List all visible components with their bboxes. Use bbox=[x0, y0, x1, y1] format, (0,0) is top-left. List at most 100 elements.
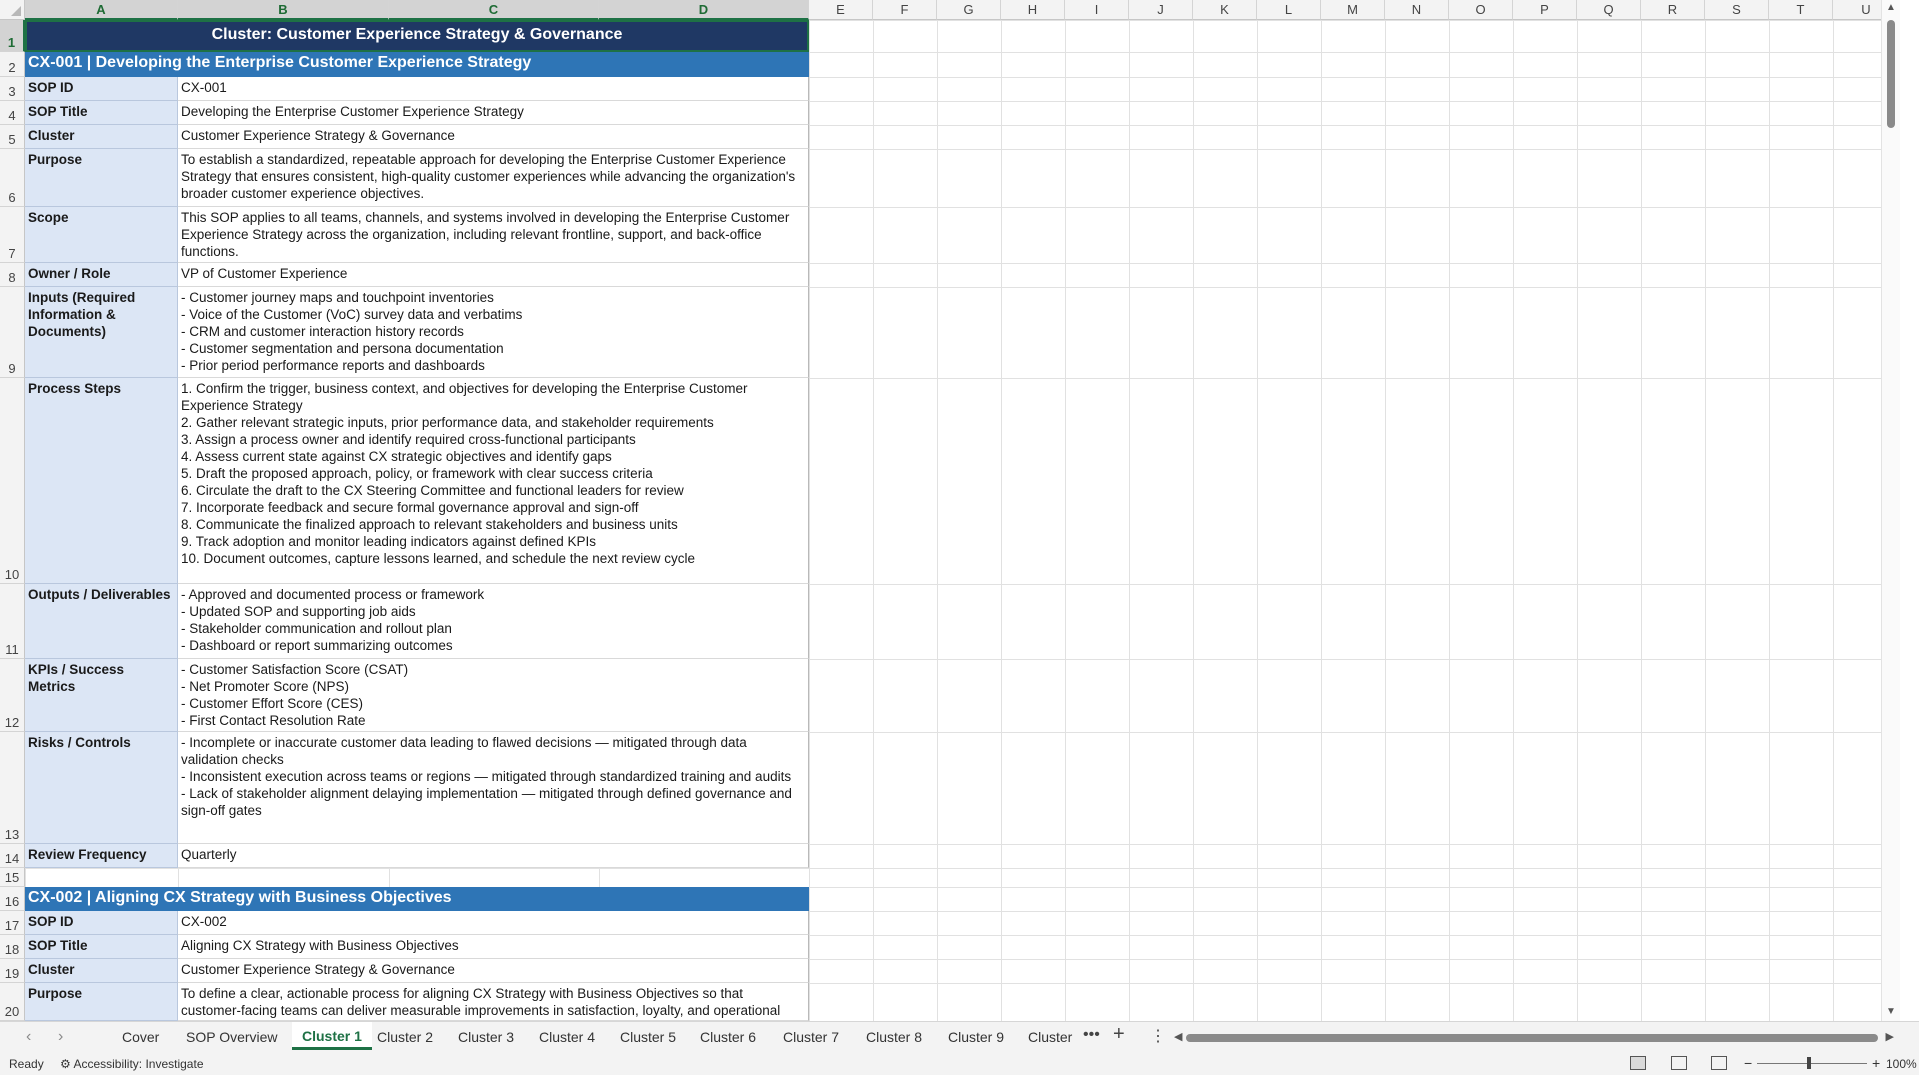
row-header-11[interactable]: 11 bbox=[0, 584, 25, 659]
scroll-down-icon[interactable]: ▼ bbox=[1886, 1006, 1896, 1017]
row-header-13[interactable]: 13 bbox=[0, 732, 25, 844]
sheet-tab-cluster-8[interactable]: Cluster 8 bbox=[856, 1022, 932, 1052]
row-header-2[interactable]: 2 bbox=[0, 52, 25, 77]
tab-options-icon[interactable]: ⋮ bbox=[1150, 1026, 1166, 1046]
field-value[interactable]: - Approved and documented process or fra… bbox=[178, 584, 809, 659]
column-header-h[interactable]: H bbox=[1001, 0, 1065, 20]
select-all-corner[interactable] bbox=[0, 0, 25, 20]
field-value[interactable]: - Customer Satisfaction Score (CSAT) - N… bbox=[178, 659, 809, 732]
column-header-n[interactable]: N bbox=[1385, 0, 1449, 20]
sheet-tab-cluster-6[interactable]: Cluster 6 bbox=[690, 1022, 766, 1052]
more-sheets-icon[interactable]: ••• bbox=[1083, 1026, 1100, 1044]
row-header-4[interactable]: 4 bbox=[0, 101, 25, 125]
row-header-16[interactable]: 16 bbox=[0, 887, 25, 911]
field-value[interactable]: This SOP applies to all teams, channels,… bbox=[178, 207, 809, 263]
sheet-tab-cluster-4[interactable]: Cluster 4 bbox=[529, 1022, 605, 1052]
field-label[interactable]: Cluster bbox=[25, 125, 178, 149]
field-label[interactable]: Cluster bbox=[25, 959, 178, 983]
horizontal-scroll-thumb[interactable] bbox=[1186, 1034, 1878, 1042]
row-header-9[interactable]: 9 bbox=[0, 287, 25, 378]
field-value[interactable]: 1. Confirm the trigger, business context… bbox=[178, 378, 809, 584]
column-header-t[interactable]: T bbox=[1769, 0, 1833, 20]
sheet-tab-cluster-9[interactable]: Cluster 9 bbox=[938, 1022, 1014, 1052]
row-header-17[interactable]: 17 bbox=[0, 911, 25, 935]
field-label[interactable]: Owner / Role bbox=[25, 263, 178, 287]
column-header-f[interactable]: F bbox=[873, 0, 937, 20]
scroll-up-icon[interactable]: ▲ bbox=[1886, 2, 1896, 13]
zoom-slider[interactable] bbox=[1757, 1057, 1867, 1069]
field-label[interactable]: Process Steps bbox=[25, 378, 178, 584]
scroll-right-icon[interactable]: ▶ bbox=[1886, 1030, 1894, 1043]
row-header-10[interactable]: 10 bbox=[0, 378, 25, 584]
field-label[interactable]: SOP ID bbox=[25, 77, 178, 101]
sheet-tab-cluster[interactable]: Cluster bbox=[1018, 1022, 1082, 1052]
sheet-tab-cover[interactable]: Cover bbox=[112, 1022, 169, 1052]
field-value[interactable]: Developing the Enterprise Customer Exper… bbox=[178, 101, 809, 125]
field-label[interactable]: Inputs (Required Information & Documents… bbox=[25, 287, 178, 378]
field-value[interactable]: CX-001 bbox=[178, 77, 809, 101]
field-label[interactable]: Scope bbox=[25, 207, 178, 263]
field-value[interactable]: - Incomplete or inaccurate customer data… bbox=[178, 732, 809, 844]
row-header-12[interactable]: 12 bbox=[0, 659, 25, 732]
row-header-18[interactable]: 18 bbox=[0, 935, 25, 959]
normal-view-icon[interactable] bbox=[1630, 1056, 1646, 1070]
field-value[interactable]: Customer Experience Strategy & Governanc… bbox=[178, 125, 809, 149]
zoom-in-icon[interactable]: + bbox=[1872, 1055, 1880, 1071]
column-header-l[interactable]: L bbox=[1257, 0, 1321, 20]
field-value[interactable]: Quarterly bbox=[178, 844, 809, 868]
sheet-tab-cluster-1[interactable]: Cluster 1 bbox=[292, 1022, 372, 1050]
sheet-tab-cluster-2[interactable]: Cluster 2 bbox=[367, 1022, 443, 1052]
column-header-k[interactable]: K bbox=[1193, 0, 1257, 20]
field-label[interactable]: Review Frequency bbox=[25, 844, 178, 868]
column-header-s[interactable]: S bbox=[1705, 0, 1769, 20]
row-header-20[interactable]: 20 bbox=[0, 983, 25, 1021]
column-header-o[interactable]: O bbox=[1449, 0, 1513, 20]
page-break-view-icon[interactable] bbox=[1711, 1056, 1727, 1070]
accessibility-status[interactable]: ⚙ Accessibility: Investigate bbox=[60, 1057, 204, 1071]
sheet-tab-sop-overview[interactable]: SOP Overview bbox=[176, 1022, 288, 1052]
column-header-i[interactable]: I bbox=[1065, 0, 1129, 20]
column-header-m[interactable]: M bbox=[1321, 0, 1385, 20]
row-header-3[interactable]: 3 bbox=[0, 77, 25, 101]
field-label[interactable]: SOP Title bbox=[25, 101, 178, 125]
column-header-b[interactable]: B bbox=[178, 0, 389, 20]
field-value[interactable]: To establish a standardized, repeatable … bbox=[178, 149, 809, 207]
column-header-p[interactable]: P bbox=[1513, 0, 1577, 20]
row-header-15[interactable]: 15 bbox=[0, 868, 25, 887]
horizontal-scrollbar[interactable]: ◀ ▶ bbox=[1174, 1030, 1894, 1043]
field-value[interactable]: To define a clear, actionable process fo… bbox=[178, 983, 809, 1021]
sop-header-cx-001[interactable]: CX-001 | Developing the Enterprise Custo… bbox=[25, 52, 809, 77]
tab-scroll-left-icon[interactable]: ‹ bbox=[26, 1028, 31, 1046]
sheet-tab-cluster-7[interactable]: Cluster 7 bbox=[773, 1022, 849, 1052]
field-label[interactable]: SOP Title bbox=[25, 935, 178, 959]
row-header-5[interactable]: 5 bbox=[0, 125, 25, 149]
page-layout-view-icon[interactable] bbox=[1671, 1056, 1687, 1070]
field-label[interactable]: Purpose bbox=[25, 983, 178, 1021]
field-label[interactable]: Outputs / Deliverables bbox=[25, 584, 178, 659]
vertical-scrollbar[interactable]: ▲ ▼ bbox=[1881, 0, 1900, 1021]
spreadsheet-grid[interactable]: ABCDEFGHIJKLMNOPQRSTU 1 2 3 4 5 6 7 8 9 10 11 12 13 1… bbox=[0, 0, 1900, 1021]
row-header-19[interactable]: 19 bbox=[0, 959, 25, 983]
row-header-7[interactable]: 7 bbox=[0, 207, 25, 263]
sheet-tab-cluster-5[interactable]: Cluster 5 bbox=[610, 1022, 686, 1052]
row-header-6[interactable]: 6 bbox=[0, 149, 25, 207]
sheet-tab-cluster-3[interactable]: Cluster 3 bbox=[448, 1022, 524, 1052]
row-header-1[interactable]: 1 bbox=[0, 20, 25, 52]
field-value[interactable]: CX-002 bbox=[178, 911, 809, 935]
field-label[interactable]: SOP ID bbox=[25, 911, 178, 935]
row-header-8[interactable]: 8 bbox=[0, 263, 25, 287]
cluster-title-cell[interactable]: Cluster: Customer Experience Strategy & … bbox=[25, 20, 809, 52]
tab-scroll-right-icon[interactable]: › bbox=[58, 1028, 63, 1046]
field-value[interactable]: - Customer journey maps and touchpoint i… bbox=[178, 287, 809, 378]
column-header-j[interactable]: J bbox=[1129, 0, 1193, 20]
vertical-scroll-thumb[interactable] bbox=[1887, 20, 1895, 128]
column-header-a[interactable]: A bbox=[25, 0, 178, 20]
field-value[interactable]: Customer Experience Strategy & Governanc… bbox=[178, 959, 809, 983]
field-label[interactable]: KPIs / Success Metrics bbox=[25, 659, 178, 732]
column-header-g[interactable]: G bbox=[937, 0, 1001, 20]
column-header-c[interactable]: C bbox=[389, 0, 599, 20]
column-header-r[interactable]: R bbox=[1641, 0, 1705, 20]
field-label[interactable]: Risks / Controls bbox=[25, 732, 178, 844]
field-value[interactable]: VP of Customer Experience bbox=[178, 263, 809, 287]
column-header-e[interactable]: E bbox=[809, 0, 873, 20]
